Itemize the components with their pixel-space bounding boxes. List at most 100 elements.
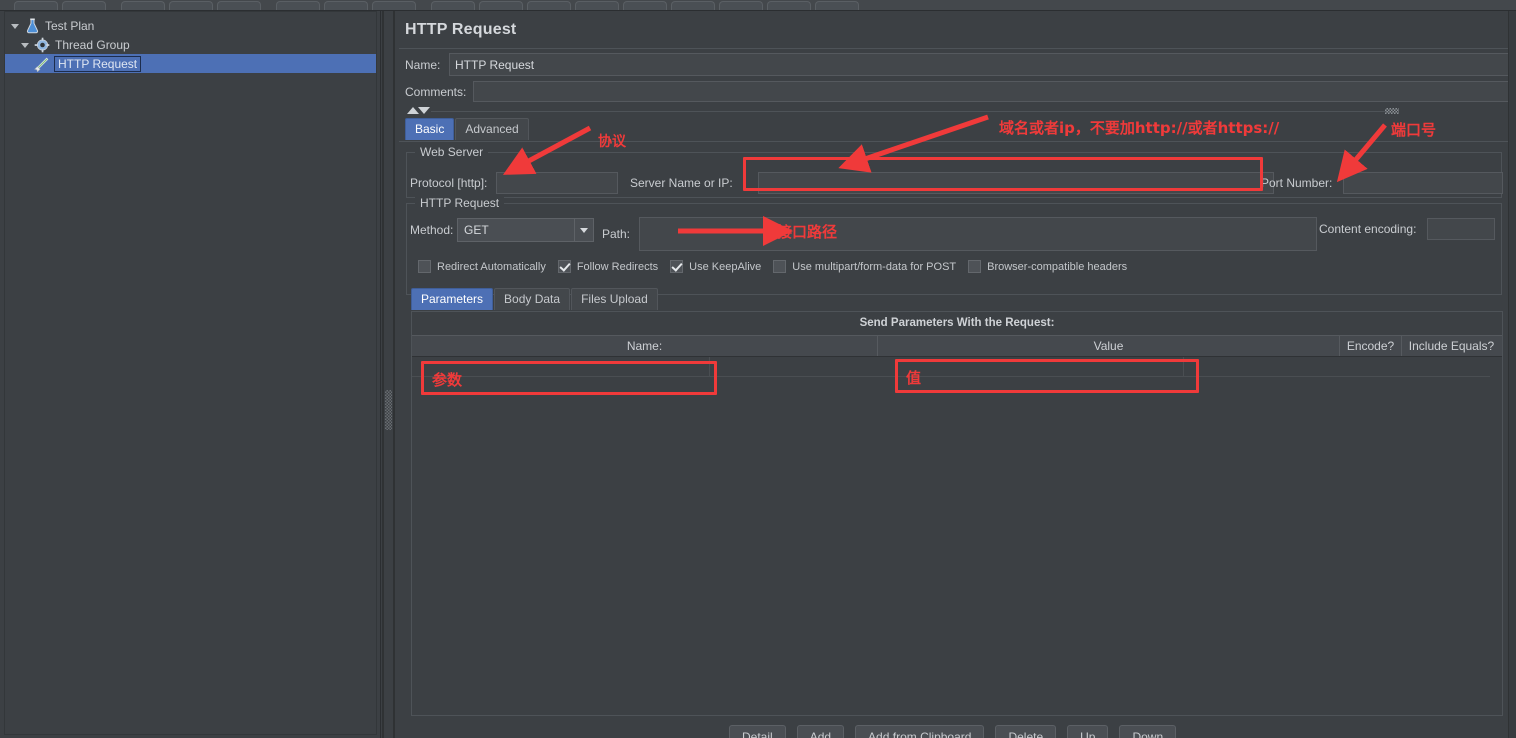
checkbox-use-multipart-form-data[interactable]: Use multipart/form-data for POST: [773, 260, 956, 273]
toolbar-button[interactable]: [62, 1, 106, 10]
toolbar-button[interactable]: [575, 1, 619, 10]
down-button[interactable]: Down: [1119, 725, 1177, 738]
toolbar-button[interactable]: [479, 1, 523, 10]
checkbox-box-icon[interactable]: [968, 260, 982, 273]
tree-item-test-plan[interactable]: Test Plan: [5, 16, 376, 35]
test-plan-icon: [24, 18, 41, 34]
tree-container[interactable]: Test Plan Thread Group HTTP Request: [4, 11, 377, 735]
resize-grip-icon[interactable]: [1385, 108, 1399, 114]
name-input[interactable]: [449, 53, 1509, 76]
chevron-down-icon[interactable]: [574, 219, 593, 241]
tab-parameters[interactable]: Parameters: [411, 288, 494, 310]
port-number-label: Port Number:: [1261, 176, 1333, 190]
delete-button[interactable]: Delete: [995, 725, 1057, 738]
toolbar-button[interactable]: [121, 1, 165, 10]
tree-item-http-request[interactable]: HTTP Request: [5, 54, 376, 73]
tab-underline: [399, 141, 1508, 142]
tree-item-label: Thread Group: [55, 37, 130, 52]
splitter-grip-handle[interactable]: [385, 390, 392, 430]
tab-advanced[interactable]: Advanced: [455, 118, 529, 140]
toolbar-button[interactable]: [431, 1, 475, 10]
toolbar-button[interactable]: [324, 1, 368, 10]
protocol-row: Protocol [http]:: [410, 172, 618, 194]
path-row: Path:: [602, 217, 1317, 251]
parameters-tabstrip[interactable]: Parameters Body Data Files Upload: [411, 288, 659, 310]
toolbar-button[interactable]: [815, 1, 859, 10]
checkbox-follow-redirects[interactable]: Follow Redirects: [557, 260, 658, 273]
toolbar-button[interactable]: [623, 1, 667, 10]
jmeter-window: Test Plan Thread Group HTTP Request HTTP…: [0, 0, 1516, 738]
column-header-include-equals[interactable]: Include Equals?: [1402, 336, 1501, 356]
checkbox-redirect-automatically[interactable]: Redirect Automatically: [418, 260, 546, 273]
chevron-down-icon[interactable]: [21, 39, 32, 50]
protocol-input[interactable]: [496, 172, 618, 194]
parameters-table[interactable]: Send Parameters With the Request: Name: …: [411, 311, 1503, 716]
annotation-server-text: 域名或者ip，不要加http://或者https://: [999, 119, 1280, 137]
tree-item-thread-group[interactable]: Thread Group: [5, 35, 376, 54]
checkbox-box-icon[interactable]: [418, 260, 431, 273]
chevron-down-icon[interactable]: [11, 20, 22, 31]
tab-files-upload[interactable]: Files Upload: [571, 288, 658, 310]
http-request-pencil-icon: [33, 56, 50, 72]
port-number-row: Port Number:: [1261, 172, 1503, 194]
comments-input[interactable]: [473, 81, 1509, 102]
annotation-protocol-text: 协议: [598, 134, 626, 150]
toolbar-button[interactable]: [217, 1, 261, 10]
toolbar-button[interactable]: [767, 1, 811, 10]
main-tabstrip[interactable]: Basic Advanced: [405, 118, 530, 140]
parameters-table-body[interactable]: [412, 357, 1502, 377]
http-request-editor: HTTP Request Name: Comments: Basic Advan…: [399, 11, 1516, 738]
toolbar-button[interactable]: [527, 1, 571, 10]
toolbar-button[interactable]: [169, 1, 213, 10]
parameters-table-header: Name: Value Encode? Include Equals?: [412, 335, 1502, 357]
toolbar-separator: [420, 1, 427, 10]
checkbox-label: Redirect Automatically: [437, 260, 546, 273]
table-row[interactable]: [412, 357, 1502, 377]
toolbar-button[interactable]: [719, 1, 763, 10]
web-server-group-title: Web Server: [415, 145, 489, 159]
server-name-input[interactable]: [758, 172, 1274, 194]
detail-button[interactable]: Detail: [729, 725, 786, 738]
checkbox-label: Use KeepAlive: [689, 260, 762, 273]
content-encoding-input[interactable]: [1427, 218, 1495, 240]
checkbox-browser-compatible-headers[interactable]: Browser-compatible headers: [968, 260, 1127, 273]
collapse-arrows-icon[interactable]: [405, 105, 431, 117]
parameter-action-buttons: Detail Add Add from Clipboard Delete Up …: [729, 725, 1177, 738]
path-input[interactable]: [639, 217, 1317, 251]
toolbar-separator: [110, 1, 117, 10]
splitter-edge-right: [393, 11, 395, 738]
checkbox-box-icon[interactable]: [773, 260, 787, 273]
toolbar-button[interactable]: [276, 1, 320, 10]
checkbox-checked-icon[interactable]: [670, 260, 684, 273]
toolbar-button[interactable]: [671, 1, 715, 10]
toolbar-button[interactable]: [14, 1, 58, 10]
table-cell[interactable]: [710, 357, 1184, 377]
method-select[interactable]: GET: [457, 218, 594, 242]
tab-basic[interactable]: Basic: [405, 118, 455, 140]
checkbox-use-keepalive[interactable]: Use KeepAlive: [670, 260, 761, 273]
add-from-clipboard-button[interactable]: Add from Clipboard: [855, 725, 985, 738]
toolbar-button[interactable]: [372, 1, 416, 10]
tree-item-label: Test Plan: [45, 18, 95, 33]
column-header-encode[interactable]: Encode?: [1340, 336, 1402, 356]
server-name-label: Server Name or IP:: [630, 176, 733, 190]
vertical-scrollbar[interactable]: [1508, 11, 1516, 738]
collapse-bar[interactable]: [405, 105, 1509, 117]
divider: [431, 111, 1389, 112]
panel-splitter[interactable]: [381, 11, 401, 738]
splitter-edge-left: [382, 11, 384, 738]
up-button[interactable]: Up: [1067, 725, 1109, 738]
checkbox-label: Use multipart/form-data for POST: [792, 260, 957, 273]
checkbox-checked-icon[interactable]: [557, 260, 571, 273]
test-plan-tree-panel[interactable]: Test Plan Thread Group HTTP Request: [0, 11, 381, 738]
add-button[interactable]: Add: [796, 725, 845, 738]
path-label: Path:: [602, 227, 631, 241]
main-toolbar[interactable]: [0, 0, 1516, 11]
tab-body-data[interactable]: Body Data: [494, 288, 571, 310]
column-header-value[interactable]: Value: [878, 336, 1340, 356]
column-header-name[interactable]: Name:: [412, 336, 878, 356]
table-cell[interactable]: [1184, 357, 1490, 377]
port-number-input[interactable]: [1343, 172, 1503, 194]
name-label: Name:: [405, 57, 441, 72]
method-select-value: GET: [464, 223, 489, 237]
